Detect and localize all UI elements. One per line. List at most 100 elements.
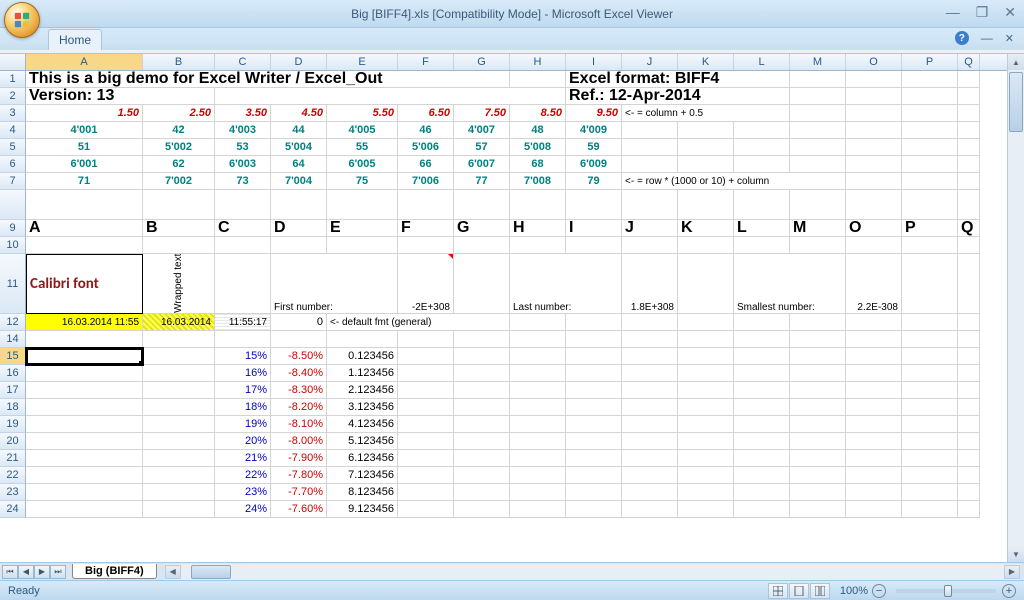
cell[interactable] [790,105,846,122]
cell[interactable] [678,190,734,220]
cell[interactable] [622,237,678,254]
cell[interactable] [510,416,566,433]
cell[interactable] [215,331,271,348]
page-layout-view-button[interactable] [789,583,809,599]
cell[interactable]: E [327,220,398,237]
cell[interactable]: 55 [327,139,398,156]
row-header-20[interactable]: 20 [0,433,26,450]
cell[interactable] [958,331,980,348]
cell-smallest-label[interactable]: Smallest number: [734,254,846,314]
cell[interactable] [566,314,622,331]
cell[interactable] [454,331,510,348]
cell[interactable] [510,450,566,467]
cell[interactable] [26,416,143,433]
next-sheet-button[interactable]: ▶ [34,565,50,579]
cell[interactable] [454,433,510,450]
cell[interactable]: 46 [398,122,454,139]
cell[interactable] [902,237,958,254]
cell[interactable]: 2.123456 [327,382,398,399]
cell[interactable]: J [622,220,678,237]
cell[interactable] [566,382,622,399]
cell[interactable] [678,484,734,501]
cell[interactable] [143,382,215,399]
cell[interactable]: 3.123456 [327,399,398,416]
cell[interactable] [398,331,454,348]
cell[interactable] [143,348,215,365]
cell[interactable]: Q [958,220,980,237]
cell[interactable] [902,501,958,518]
col-header-C[interactable]: C [215,54,271,70]
cell[interactable] [790,314,846,331]
cell[interactable]: 5.123456 [327,433,398,450]
cell[interactable] [846,484,902,501]
cell-ref[interactable]: Ref.: 12-Apr-2014 [566,88,790,105]
ribbon-minimize-button[interactable]: — [981,31,993,45]
cell[interactable] [622,382,678,399]
cell[interactable] [622,190,678,220]
row-header-10[interactable]: 10 [0,237,26,254]
cell[interactable] [734,348,790,365]
cell[interactable]: 44 [271,122,327,139]
zoom-level[interactable]: 100% [840,585,868,597]
cell[interactable] [622,156,678,173]
cell-smallest-number[interactable]: 2.2E-308 [846,254,902,314]
cell[interactable]: 42 [143,122,215,139]
cell[interactable] [790,467,846,484]
cell[interactable] [678,156,734,173]
cell[interactable] [143,331,215,348]
cell[interactable] [566,433,622,450]
cell[interactable] [566,365,622,382]
cell[interactable] [454,467,510,484]
cell[interactable] [622,399,678,416]
cell[interactable]: -8.40% [271,365,327,382]
cell[interactable] [902,484,958,501]
cell[interactable]: A [26,220,143,237]
cell[interactable]: 9.50 [566,105,622,122]
cell[interactable] [510,237,566,254]
cell[interactable] [622,467,678,484]
row-header-12[interactable]: 12 [0,314,26,331]
cell[interactable]: 5'004 [271,139,327,156]
row-header-14[interactable]: 14 [0,331,26,348]
cell[interactable] [734,122,790,139]
cell[interactable] [678,416,734,433]
cell[interactable] [902,348,958,365]
cell[interactable] [958,484,980,501]
cell[interactable] [622,365,678,382]
cell[interactable]: -8.30% [271,382,327,399]
cell[interactable] [958,71,980,88]
row-header-11[interactable]: 11 [0,254,26,314]
cell[interactable]: 2.50 [143,105,215,122]
cell[interactable] [790,399,846,416]
cell[interactable] [902,314,958,331]
cell[interactable]: 8.50 [510,105,566,122]
cell[interactable] [622,501,678,518]
cell[interactable]: 4.123456 [327,416,398,433]
cell[interactable] [678,237,734,254]
cell[interactable]: 17% [215,382,271,399]
cell[interactable] [622,314,678,331]
col-header-M[interactable]: M [790,54,846,70]
cell[interactable] [143,190,215,220]
tab-home[interactable]: Home [48,29,102,50]
cell[interactable] [26,433,143,450]
cell[interactable]: -7.90% [271,450,327,467]
cell[interactable] [215,237,271,254]
cell[interactable]: 66 [398,156,454,173]
cell[interactable] [510,71,566,88]
cell[interactable]: 1.50 [26,105,143,122]
col-header-L[interactable]: L [734,54,790,70]
first-sheet-button[interactable]: ⏮ [2,565,18,579]
cell[interactable]: C [215,220,271,237]
cell[interactable]: 5'008 [510,139,566,156]
cell[interactable] [566,348,622,365]
cell[interactable] [902,467,958,484]
cell[interactable] [26,190,143,220]
cell-date[interactable]: 16.03.2014 [143,314,215,331]
cell[interactable] [958,365,980,382]
cell[interactable]: 57 [454,139,510,156]
cell[interactable]: -8.00% [271,433,327,450]
cell[interactable] [622,450,678,467]
cell[interactable] [734,365,790,382]
cell[interactable] [271,331,327,348]
